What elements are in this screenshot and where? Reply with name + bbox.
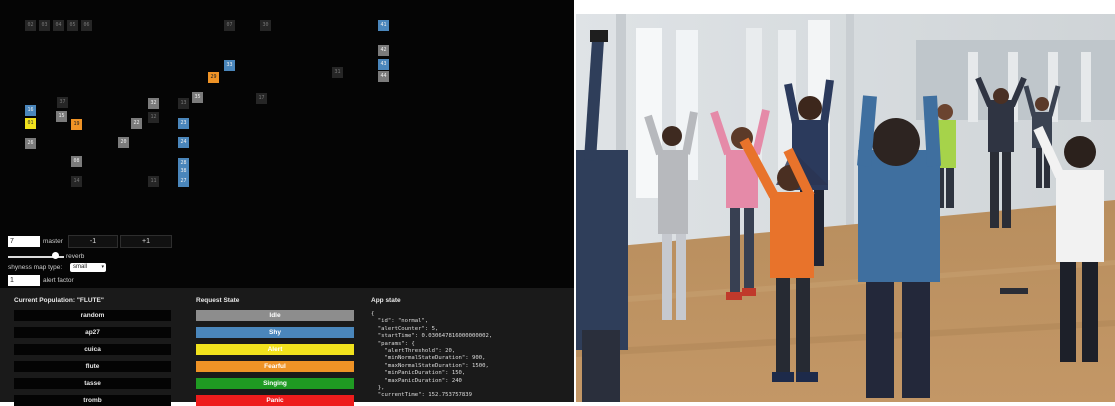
map-square[interactable]: 02 — [25, 20, 36, 31]
map-square[interactable]: 16 — [25, 105, 36, 116]
population-item-button[interactable]: flute — [14, 361, 171, 372]
minus-one-button[interactable]: -1 — [68, 235, 118, 248]
state-button-singing[interactable]: Singing — [196, 378, 354, 389]
map-square[interactable]: 12 — [148, 112, 159, 123]
population-item-button[interactable]: random — [14, 310, 171, 321]
master-input[interactable] — [8, 236, 40, 247]
map-square[interactable]: 26 — [25, 138, 36, 149]
map-square[interactable]: 24 — [178, 137, 189, 148]
shyness-map-type-label: shyness map type: — [8, 264, 63, 271]
alert-factor-label: alert factor — [43, 277, 74, 284]
app-state-json: { "id": "normal", "alertCounter": 5, "st… — [371, 311, 493, 399]
map-square[interactable]: 08 — [71, 156, 82, 167]
state-button-fearful[interactable]: Fearful — [196, 361, 354, 372]
map-square[interactable]: 33 — [224, 60, 235, 71]
map-square[interactable]: 31 — [332, 67, 343, 78]
map-square[interactable]: 06 — [81, 20, 92, 31]
map-square[interactable]: 04 — [53, 20, 64, 31]
map-square[interactable]: 01 — [25, 118, 36, 129]
plus-one-button[interactable]: +1 — [120, 235, 172, 248]
map-square[interactable]: 32 — [148, 98, 159, 109]
shyness-map-type-value: small — [73, 264, 88, 270]
map-square[interactable]: 11 — [148, 176, 159, 187]
map-square[interactable]: 05 — [67, 20, 78, 31]
state-button-alert[interactable]: Alert — [196, 344, 354, 355]
population-item-button[interactable]: tromb — [14, 395, 171, 406]
state-button-idle[interactable]: Idle — [196, 310, 354, 321]
map-square[interactable]: 14 — [71, 176, 82, 187]
reverb-label: reverb — [66, 253, 85, 260]
map-square[interactable]: 43 — [378, 59, 389, 70]
map-square[interactable]: 37 — [57, 97, 68, 108]
population-item-button[interactable]: cuica — [14, 344, 171, 355]
map-square[interactable]: 41 — [378, 20, 389, 31]
map-square[interactable]: 22 — [131, 118, 142, 129]
population-item-button[interactable]: tasse — [14, 378, 171, 389]
state-button-shy[interactable]: Shy — [196, 327, 354, 338]
map-square[interactable]: 27 — [178, 176, 189, 187]
map-square[interactable]: 19 — [71, 119, 82, 130]
map-square[interactable]: 15 — [56, 111, 67, 122]
population-title: Current Population: "FLUTE" — [14, 297, 104, 304]
map-square[interactable]: 44 — [378, 71, 389, 82]
state-button-panic[interactable]: Panic — [196, 395, 354, 406]
map-square[interactable]: 13 — [178, 98, 189, 109]
map-square[interactable]: 03 — [39, 20, 50, 31]
classroom-photo — [576, 0, 1115, 402]
map-square[interactable]: 23 — [178, 118, 189, 129]
app-state-title: App state — [371, 297, 401, 304]
map-square[interactable]: 17 — [256, 93, 267, 104]
master-label: master — [43, 238, 63, 245]
map-square[interactable]: 42 — [378, 45, 389, 56]
map-square[interactable]: 29 — [208, 72, 219, 83]
shyness-map-type-select[interactable]: small ▾ — [70, 263, 106, 272]
classroom-photo-image — [576, 0, 1115, 402]
map-square[interactable]: 20 — [118, 137, 129, 148]
map-square[interactable]: 35 — [192, 92, 203, 103]
map-square[interactable]: 07 — [224, 20, 235, 31]
population-item-button[interactable]: ap27 — [14, 327, 171, 338]
map-square[interactable]: 30 — [260, 20, 271, 31]
request-state-title: Request State — [196, 297, 240, 304]
select-arrows-icon: ▾ — [101, 264, 104, 270]
alert-factor-input[interactable] — [8, 275, 40, 286]
